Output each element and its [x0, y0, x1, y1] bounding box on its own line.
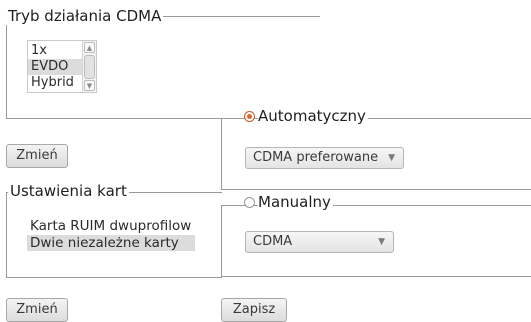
save-button[interactable]: Zapisz — [221, 298, 287, 322]
list-item-ruim-dual[interactable]: Karta RUIM dwuprofilow — [27, 218, 195, 234]
card-settings-change-button[interactable]: Zmień — [6, 298, 68, 322]
chevron-down-icon: ▼ — [388, 153, 395, 163]
up-arrow-icon[interactable]: ▲ — [84, 42, 95, 53]
manual-radio[interactable] — [244, 197, 255, 208]
list-item-independent[interactable]: Dwie niezależne karty — [27, 235, 195, 251]
automatic-mode-combo[interactable]: CDMA preferowane ▼ — [245, 147, 404, 169]
automatic-label[interactable]: Automatyczny — [258, 107, 368, 125]
automatic-radio[interactable] — [244, 111, 255, 122]
chevron-down-icon: ▼ — [378, 237, 385, 247]
manual-label[interactable]: Manualny — [258, 193, 333, 211]
scroll-thumb[interactable] — [84, 55, 95, 79]
cdma-mode-title: Tryb działania CDMA — [6, 7, 164, 25]
cdma-mode-scrollbar[interactable]: ▲ ▼ — [82, 41, 96, 92]
cdma-mode-change-button[interactable]: Zmień — [6, 144, 68, 168]
cdma-mode-listbox[interactable]: 1x EVDO Hybrid ▲ ▼ — [27, 40, 97, 93]
manual-mode-combo[interactable]: CDMA ▼ — [245, 231, 394, 253]
cdma-mode-group-rule — [168, 16, 320, 17]
down-arrow-icon[interactable]: ▼ — [84, 80, 95, 91]
card-settings-title: Ustawienia kart — [8, 182, 129, 200]
manual-combo-value: CDMA — [253, 234, 293, 249]
card-settings-listbox[interactable]: Karta RUIM dwuprofilow Dwie niezależne k… — [27, 215, 195, 255]
automatic-combo-value: CDMA preferowane — [253, 150, 379, 165]
